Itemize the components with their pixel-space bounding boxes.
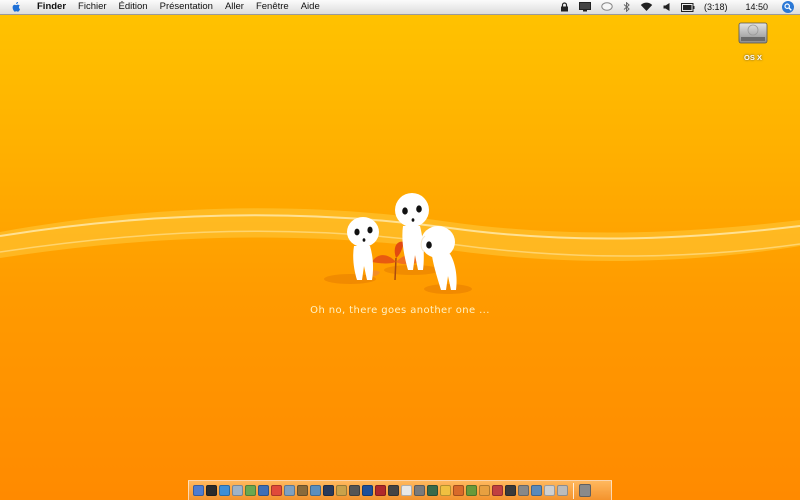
apple-icon[interactable] <box>11 2 21 12</box>
battery-icon[interactable] <box>680 2 695 12</box>
bridge-icon[interactable] <box>388 485 399 496</box>
battery-time[interactable]: (3:18) <box>704 2 728 12</box>
app-8-icon[interactable] <box>531 485 542 496</box>
idvd-icon[interactable] <box>349 485 360 496</box>
app-1-icon[interactable] <box>440 485 451 496</box>
dreamweaver-icon[interactable] <box>427 485 438 496</box>
menu-aide[interactable]: Aide <box>295 0 326 14</box>
ical-icon[interactable] <box>271 485 282 496</box>
iphoto-icon[interactable] <box>310 485 321 496</box>
menu-edition[interactable]: Édition <box>113 0 154 14</box>
menu-bar: Finder Fichier Édition Présentation Alle… <box>0 0 800 15</box>
menu-app-name[interactable]: Finder <box>31 0 72 14</box>
hard-drive-icon <box>738 22 768 44</box>
dock-separator <box>573 482 574 499</box>
garageband-icon[interactable] <box>336 485 347 496</box>
dashboard-icon[interactable] <box>206 485 217 496</box>
drive-label: OS X <box>744 53 762 62</box>
wallpaper <box>0 193 800 294</box>
app-4-icon[interactable] <box>479 485 490 496</box>
preview-icon[interactable] <box>284 485 295 496</box>
app-9-icon[interactable] <box>544 485 555 496</box>
wallpaper-caption: Oh no, there goes another one ... <box>310 305 490 316</box>
dock-apps <box>192 485 569 496</box>
app-3-icon[interactable] <box>466 485 477 496</box>
mail-icon[interactable] <box>232 485 243 496</box>
app-10-icon[interactable] <box>557 485 568 496</box>
chat-bubble-icon[interactable] <box>601 2 613 12</box>
app-2-icon[interactable] <box>453 485 464 496</box>
flash-icon[interactable] <box>375 485 386 496</box>
dock <box>188 480 612 500</box>
app-6-icon[interactable] <box>505 485 516 496</box>
menu-clock[interactable]: 14:50 <box>745 2 768 12</box>
menu-aller[interactable]: Aller <box>219 0 250 14</box>
finder-icon[interactable] <box>193 485 204 496</box>
textedit-icon[interactable] <box>401 485 412 496</box>
app-7-icon[interactable] <box>518 485 529 496</box>
desktop-drive[interactable]: OS X <box>736 20 770 62</box>
imovie-icon[interactable] <box>323 485 334 496</box>
lock-icon[interactable] <box>560 2 569 12</box>
app-5-icon[interactable] <box>492 485 503 496</box>
address-book-icon[interactable] <box>297 485 308 496</box>
menu-fichier[interactable]: Fichier <box>72 0 113 14</box>
safari-icon[interactable] <box>219 485 230 496</box>
menu-extras: (3:18) 14:50 <box>555 0 800 14</box>
photoshop-icon[interactable] <box>362 485 373 496</box>
spirit-right <box>420 226 457 290</box>
system-prefs-icon[interactable] <box>414 485 425 496</box>
itunes-icon[interactable] <box>258 485 269 496</box>
menu-presentation[interactable]: Présentation <box>154 0 219 14</box>
spotlight-icon[interactable] <box>782 1 794 13</box>
bluetooth-icon[interactable] <box>623 2 630 12</box>
trash-icon[interactable] <box>579 484 591 497</box>
ichat-icon[interactable] <box>245 485 256 496</box>
volume-icon[interactable] <box>663 2 671 12</box>
menu-fenetre[interactable]: Fenêtre <box>250 0 295 14</box>
wifi-icon[interactable] <box>640 2 653 12</box>
display-icon[interactable] <box>578 2 591 12</box>
